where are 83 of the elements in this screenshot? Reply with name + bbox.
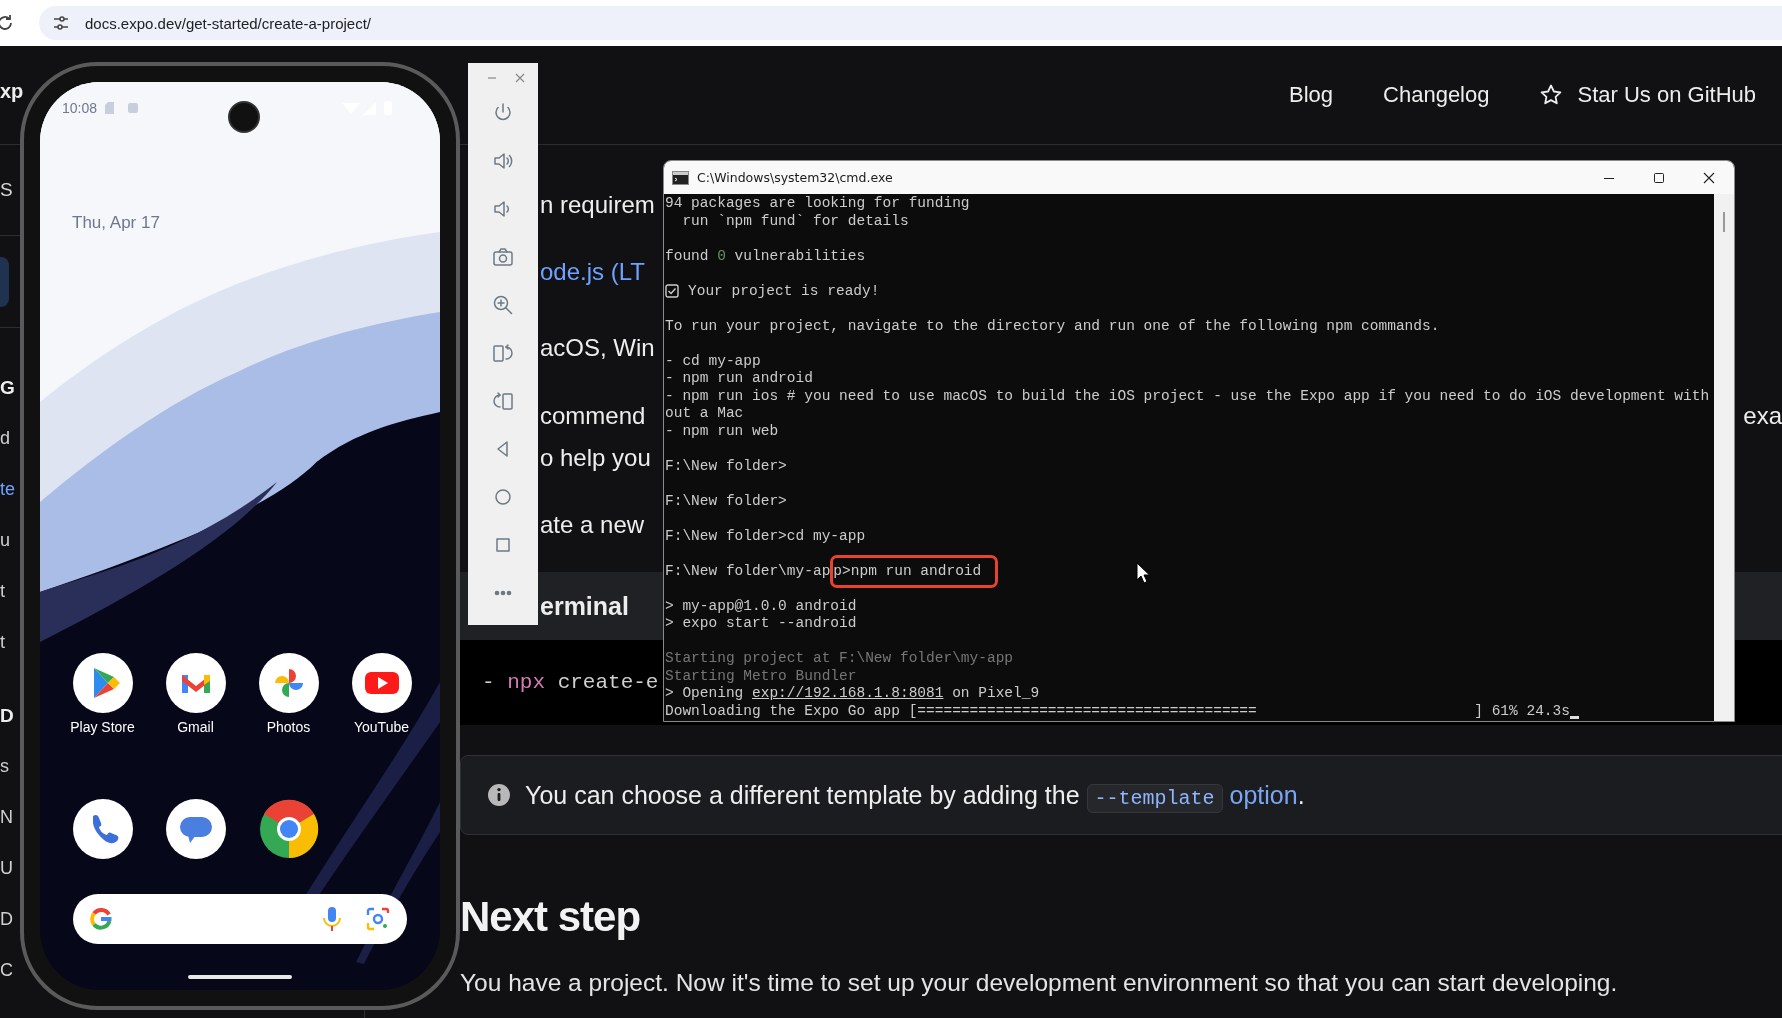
code-line: - npx create-e [482, 671, 659, 694]
sidebar-heading: D [0, 704, 14, 728]
window-title: C:\Windows\system32\cmd.exe [697, 170, 893, 185]
microphone-icon[interactable] [321, 906, 343, 932]
app-label: Gmail [177, 719, 214, 735]
address-bar-url[interactable]: docs.expo.dev/get-started/create-a-project/ [85, 14, 371, 32]
search-field[interactable]: S [0, 179, 13, 201]
terminal-line: F:\New folder> [665, 492, 787, 510]
terminal-line: - npm run web [665, 422, 779, 440]
app-label: YouTube [354, 719, 409, 735]
search-bar[interactable] [73, 894, 407, 944]
terminal-line: > my-app@1.0.0 android [665, 597, 857, 615]
camera-icon[interactable] [491, 245, 515, 269]
option-link[interactable]: option [1229, 780, 1298, 809]
terminal-line: Your project is ready! [688, 282, 880, 300]
terminal-line: found 0 vulnerabilities [665, 247, 866, 265]
star-icon [1539, 83, 1564, 107]
terminal-line: Starting Metro Bundler [665, 667, 857, 685]
terminal-line: - npm run ios # you need to use macOS to build the iOS project - use the Expo app if you need to do iOS development with [665, 387, 1710, 405]
terminal-link[interactable]: exp://192.168.1.8:8081 [752, 685, 944, 701]
terminal-line: > expo start --android [665, 615, 857, 633]
sidebar-item[interactable]: D [0, 894, 13, 945]
nav-link[interactable]: Star Us on GitHub [1577, 82, 1756, 108]
doc-text: o help you [540, 444, 651, 472]
sidebar-item[interactable]: C [0, 945, 13, 996]
terminal-line: Downloading the Expo Go app [======================================= ] 61% 24.3s [665, 702, 1570, 720]
terminal-line: F:\New folder>cd my-app [665, 527, 866, 545]
terminal-line: out a Mac [665, 405, 744, 423]
mouse-pointer-icon [1136, 562, 1150, 584]
sidebar-item[interactable]: U [0, 843, 13, 894]
rotate-left-icon[interactable] [491, 341, 515, 365]
doc-text: commend [540, 402, 646, 430]
sidebar-item[interactable]: te [0, 464, 15, 515]
site-settings-icon[interactable] [51, 13, 71, 33]
reload-icon[interactable] [0, 13, 15, 33]
lock-date: Thu, Apr 17 [71, 213, 161, 233]
checkbox-icon [665, 284, 679, 299]
doc-text: ate a new [540, 511, 645, 539]
app-label: Photos [266, 719, 311, 735]
callout-text: You can choose a different template by adding the --template option. [525, 780, 1305, 810]
section-heading: Next step [460, 893, 642, 941]
nav-link[interactable]: Blog [1289, 82, 1334, 108]
zoom-in-icon[interactable] [491, 293, 515, 317]
camera-lens-icon[interactable] [365, 906, 391, 932]
pinwheel-icon[interactable] [258, 653, 319, 713]
colored-g-icon [89, 907, 113, 931]
nav-link[interactable]: Changelog [1383, 82, 1490, 108]
sidebar-heading: G [0, 376, 15, 400]
sidebar-item[interactable]: d [0, 413, 10, 464]
info-icon [487, 783, 511, 807]
terminal-line: F:\New folder> [665, 457, 787, 475]
notification-icon [128, 103, 139, 113]
doc-text: exa [1743, 402, 1782, 430]
doc-text: n requirem [540, 191, 655, 219]
status-time: 10:08 [62, 100, 98, 116]
doc-link[interactable]: ode.js (LT [540, 258, 645, 286]
terminal-line: - npm run android [665, 370, 813, 388]
browser-icon[interactable] [258, 799, 319, 859]
sd-card-icon [105, 102, 115, 114]
rotate-right-icon[interactable] [491, 389, 515, 413]
sidebar-item[interactable]: N [0, 792, 13, 843]
terminal-line: run `npm fund` for details [681, 212, 909, 230]
site-logo[interactable]: xp [0, 79, 24, 103]
terminal-line: Starting project at F:\New folder\my-app [665, 650, 1014, 668]
scrollbar[interactable] [1714, 194, 1734, 721]
phone-icon[interactable] [72, 799, 133, 859]
terminal-line: To run your project, navigate to the directory and run one of the following npm commands. [665, 317, 1440, 335]
paragraph: You have a project. Now it's time to set up your development environment so that you can start developing. [460, 969, 1619, 997]
chat-bubble-icon[interactable] [165, 799, 226, 859]
sidebar-item[interactable]: t [0, 566, 5, 617]
envelope-icon[interactable] [165, 653, 226, 713]
app-label: Play Store [70, 719, 135, 735]
console-icon [672, 170, 689, 185]
doc-text: acOS, Win [540, 334, 655, 362]
terminal-line: 94 packages are looking for funding [665, 195, 970, 213]
video-play-icon[interactable] [351, 653, 412, 713]
highlighted-command: p>npm run android [830, 554, 999, 588]
terminal-line: > Opening exp://192.168.1.8:8081 on Pixel_9 [665, 685, 1040, 703]
sidebar-item[interactable]: u [0, 515, 10, 566]
terminal-line: - cd my-app [665, 352, 761, 370]
sidebar-item[interactable]: s [0, 741, 9, 792]
sidebar-item[interactable]: t [0, 617, 5, 668]
code-block-title: erminal [540, 591, 629, 621]
